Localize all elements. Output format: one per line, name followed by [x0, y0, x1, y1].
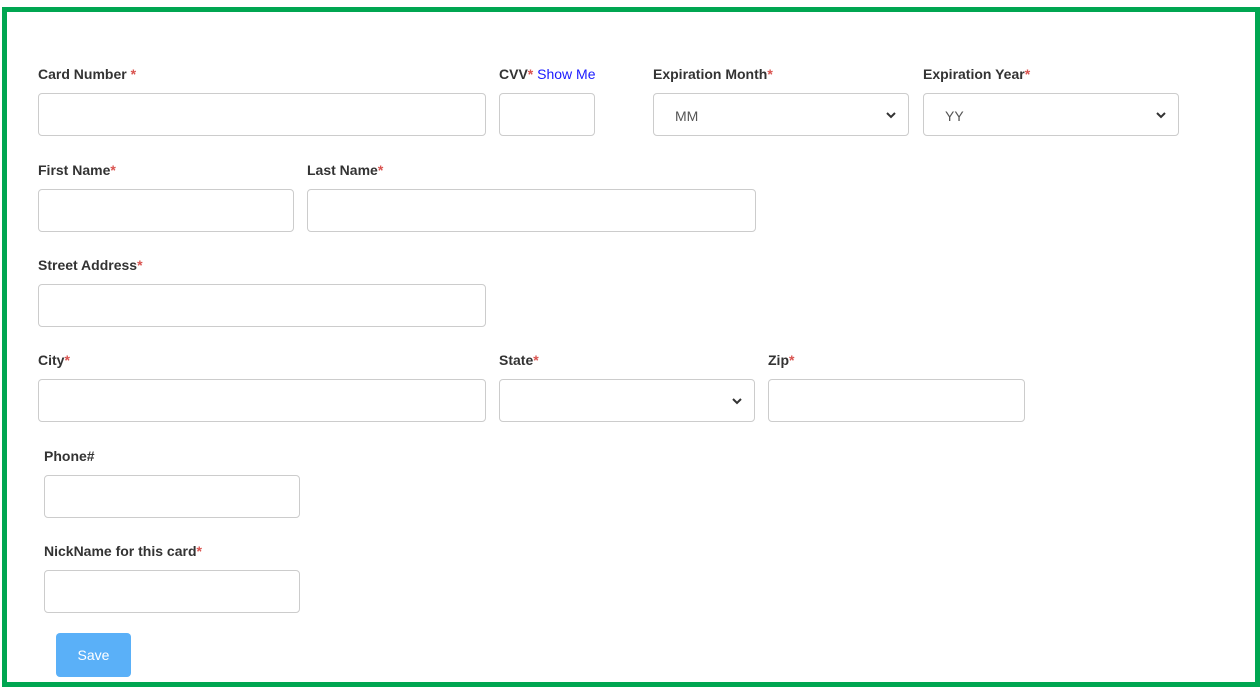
street-address-input[interactable]	[38, 284, 486, 327]
expiration-year-select[interactable]: YY	[923, 93, 1179, 136]
nickname-input[interactable]	[44, 570, 300, 613]
expiration-month-label-text: Expiration Month	[653, 66, 768, 82]
card-number-input[interactable]	[38, 93, 486, 136]
zip-label: Zip*	[768, 352, 794, 368]
required-asterisk: *	[64, 352, 70, 368]
zip-label-text: Zip	[768, 352, 789, 368]
nickname-label: NickName for this card*	[44, 543, 202, 559]
city-input[interactable]	[38, 379, 486, 422]
state-label-text: State	[499, 352, 534, 368]
save-button-label: Save	[77, 647, 110, 663]
first-name-label-text: First Name	[38, 162, 111, 178]
card-number-label-text: Card Number	[38, 66, 131, 82]
street-address-label: Street Address*	[38, 257, 143, 273]
required-asterisk: *	[110, 162, 116, 178]
expiration-year-value: YY	[945, 108, 964, 124]
phone-input[interactable]	[44, 475, 300, 518]
nickname-label-text: NickName for this card	[44, 543, 197, 559]
chevron-down-icon	[1156, 112, 1166, 119]
phone-label-text: Phone#	[44, 448, 95, 464]
last-name-label: Last Name*	[307, 162, 383, 178]
required-asterisk: *	[533, 352, 539, 368]
zip-input[interactable]	[768, 379, 1025, 422]
required-asterisk: *	[137, 257, 143, 273]
street-address-label-text: Street Address	[38, 257, 138, 273]
required-asterisk: *	[789, 352, 795, 368]
show-me-link[interactable]: Show Me	[537, 66, 595, 82]
save-button[interactable]: Save	[56, 633, 131, 677]
last-name-input[interactable]	[307, 189, 756, 232]
required-asterisk: *	[767, 66, 773, 82]
cvv-label: CVV* Show Me	[499, 66, 596, 82]
expiration-month-select[interactable]: MM	[653, 93, 909, 136]
first-name-label: First Name*	[38, 162, 116, 178]
chevron-down-icon	[732, 398, 742, 405]
card-number-label: Card Number *	[38, 66, 136, 82]
state-select[interactable]	[499, 379, 755, 422]
required-asterisk: *	[196, 543, 202, 559]
required-asterisk: *	[377, 162, 384, 178]
city-label-text: City	[38, 352, 65, 368]
last-name-label-text: Last Name	[307, 162, 378, 178]
phone-label: Phone#	[44, 448, 95, 464]
first-name-input[interactable]	[38, 189, 294, 232]
expiration-month-value: MM	[675, 108, 699, 124]
cvv-label-text: CVV	[499, 66, 528, 82]
chevron-down-icon	[886, 112, 896, 119]
required-asterisk: *	[1024, 66, 1031, 82]
expiration-year-label-text: Expiration Year	[923, 66, 1025, 82]
cvv-input[interactable]	[499, 93, 595, 136]
required-asterisk: *	[527, 66, 534, 82]
state-label: State*	[499, 352, 539, 368]
required-asterisk: *	[130, 66, 137, 82]
expiration-month-label: Expiration Month*	[653, 66, 773, 82]
city-label: City*	[38, 352, 70, 368]
expiration-year-label: Expiration Year*	[923, 66, 1030, 82]
